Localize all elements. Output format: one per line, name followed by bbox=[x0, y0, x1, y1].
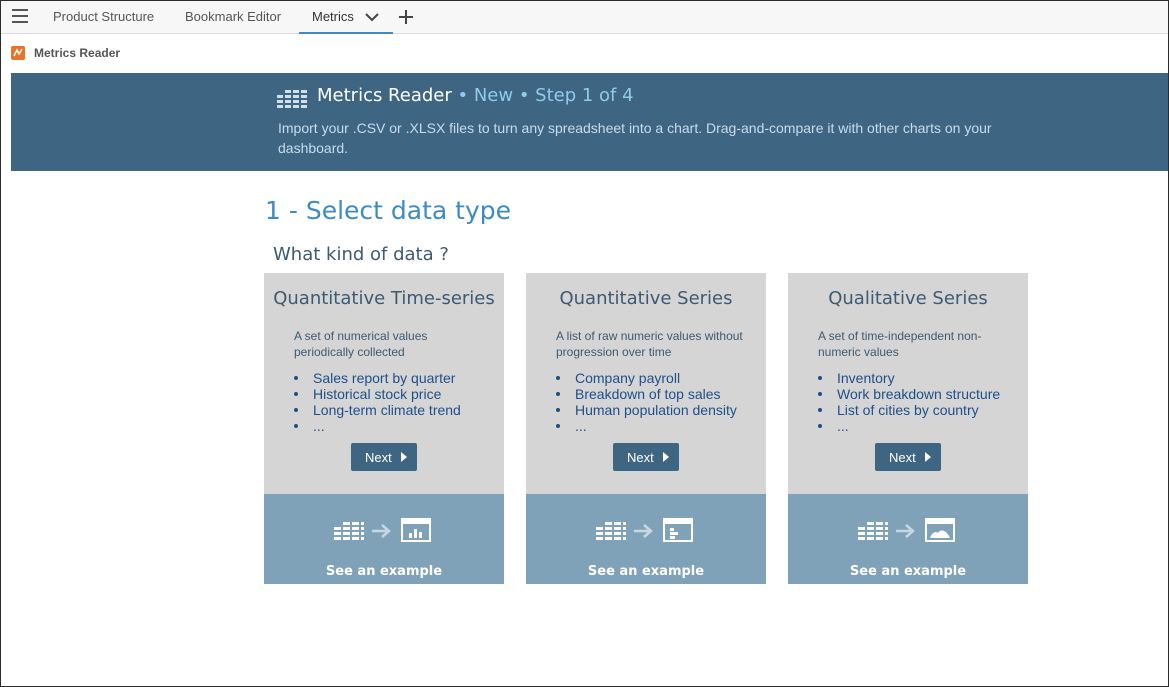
next-button-label: Next bbox=[365, 450, 392, 465]
banner-step-indicator: • New • Step 1 of 4 bbox=[457, 85, 634, 106]
see-example-button[interactable]: See an example bbox=[264, 494, 504, 584]
spreadsheet-to-area-chart-icon bbox=[858, 518, 955, 542]
banner-title-text: Metrics Reader bbox=[317, 85, 452, 106]
hamburger-menu-icon[interactable] bbox=[12, 9, 28, 25]
list-item: Company payroll bbox=[556, 370, 761, 386]
see-example-label: See an example bbox=[325, 564, 443, 579]
list-item: ... bbox=[818, 418, 1023, 434]
tab-metrics[interactable]: Metrics bbox=[299, 1, 393, 34]
banner-title: Metrics Reader • New • Step 1 of 4 bbox=[317, 85, 634, 106]
list-item: ... bbox=[294, 418, 499, 434]
chevron-down-icon[interactable] bbox=[365, 13, 379, 22]
card-description: A list of raw numeric values without pro… bbox=[556, 329, 743, 359]
play-arrow-icon bbox=[401, 452, 407, 462]
next-button[interactable]: Next bbox=[875, 443, 941, 471]
app-title: Metrics Reader bbox=[34, 46, 121, 60]
list-item: Sales report by quarter bbox=[294, 370, 499, 386]
banner-description: Import your .CSV or .XLSX files to turn … bbox=[278, 120, 992, 156]
header-banner: Metrics Reader • New • Step 1 of 4 Impor… bbox=[11, 73, 1168, 171]
next-button[interactable]: Next bbox=[351, 443, 417, 471]
card-examples-list: Inventory Work breakdown structure List … bbox=[818, 370, 1023, 434]
spreadsheet-icon bbox=[277, 90, 307, 108]
card-title: Quantitative Series bbox=[559, 288, 733, 309]
play-arrow-icon bbox=[663, 452, 669, 462]
list-item: Work breakdown structure bbox=[818, 386, 1023, 402]
card-quantitative-series: Quantitative Series A list of raw numeri… bbox=[526, 273, 766, 584]
list-item: Inventory bbox=[818, 370, 1023, 386]
next-button[interactable]: Next bbox=[613, 443, 679, 471]
list-item: ... bbox=[556, 418, 761, 434]
section-subtitle: What kind of data ? bbox=[273, 244, 449, 265]
tab-metrics-label: Metrics bbox=[312, 9, 354, 24]
spreadsheet-to-bar-chart-icon bbox=[334, 518, 431, 542]
card-examples-list: Sales report by quarter Historical stock… bbox=[294, 370, 499, 434]
card-qualitative-series: Qualitative Series A set of time-indepen… bbox=[788, 273, 1028, 584]
list-item: List of cities by country bbox=[818, 402, 1023, 418]
see-example-button[interactable]: See an example bbox=[788, 494, 1028, 584]
list-item: Historical stock price bbox=[294, 386, 499, 402]
card-title: Qualitative Series bbox=[828, 288, 988, 309]
list-item: Breakdown of top sales bbox=[556, 386, 761, 402]
spreadsheet-to-horizontal-bar-chart-icon bbox=[596, 518, 693, 542]
card-description: A set of time-independent non-numeric va… bbox=[818, 329, 982, 359]
see-example-button[interactable]: See an example bbox=[526, 494, 766, 584]
card-description: A set of numerical values periodically c… bbox=[294, 329, 428, 359]
card-title: Quantitative Time-series bbox=[273, 288, 495, 309]
list-item: Long-term climate trend bbox=[294, 402, 499, 418]
next-button-label: Next bbox=[889, 450, 916, 465]
card-body: Qualitative Series A set of time-indepen… bbox=[788, 273, 1028, 494]
tab-bookmark-editor[interactable]: Bookmark Editor bbox=[185, 1, 281, 34]
tab-product-structure[interactable]: Product Structure bbox=[53, 1, 154, 34]
play-arrow-icon bbox=[925, 452, 931, 462]
tab-bar: Product Structure Bookmark Editor Metric… bbox=[1, 1, 1168, 34]
card-examples-list: Company payroll Breakdown of top sales H… bbox=[556, 370, 761, 434]
card-body: Quantitative Time-series A set of numeri… bbox=[264, 273, 504, 494]
see-example-label: See an example bbox=[849, 564, 967, 579]
app-logo-icon bbox=[11, 46, 25, 60]
page-title: 1 - Select data type bbox=[265, 196, 511, 225]
card-body: Quantitative Series A list of raw numeri… bbox=[526, 273, 766, 494]
add-tab-icon[interactable] bbox=[398, 9, 414, 25]
card-quantitative-time-series: Quantitative Time-series A set of numeri… bbox=[264, 273, 504, 584]
list-item: Human population density bbox=[556, 402, 761, 418]
next-button-label: Next bbox=[627, 450, 654, 465]
see-example-label: See an example bbox=[587, 564, 705, 579]
